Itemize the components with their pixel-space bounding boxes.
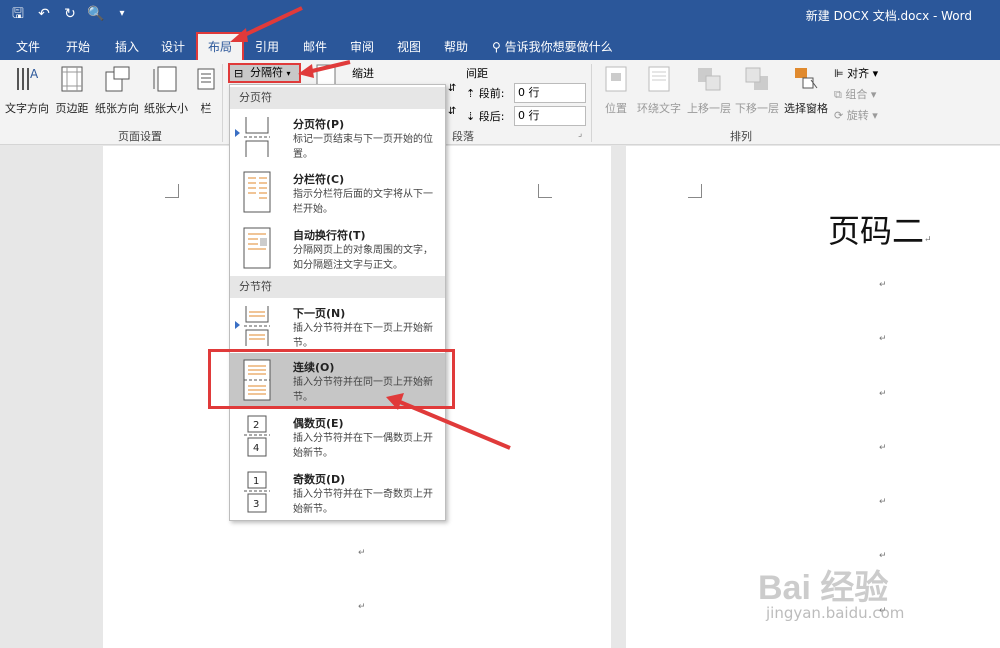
annotation-arrows	[230, 6, 511, 450]
arrow-to-breaks-button	[307, 60, 351, 74]
watermark-logo: Bai 经验	[758, 569, 889, 607]
watermark-url: jingyan.baidu.com	[766, 604, 905, 622]
arrow-to-continuous	[399, 400, 511, 450]
arrow-head	[230, 28, 248, 42]
arrow-head	[298, 64, 314, 78]
arrow-to-layout-tab	[237, 6, 303, 40]
